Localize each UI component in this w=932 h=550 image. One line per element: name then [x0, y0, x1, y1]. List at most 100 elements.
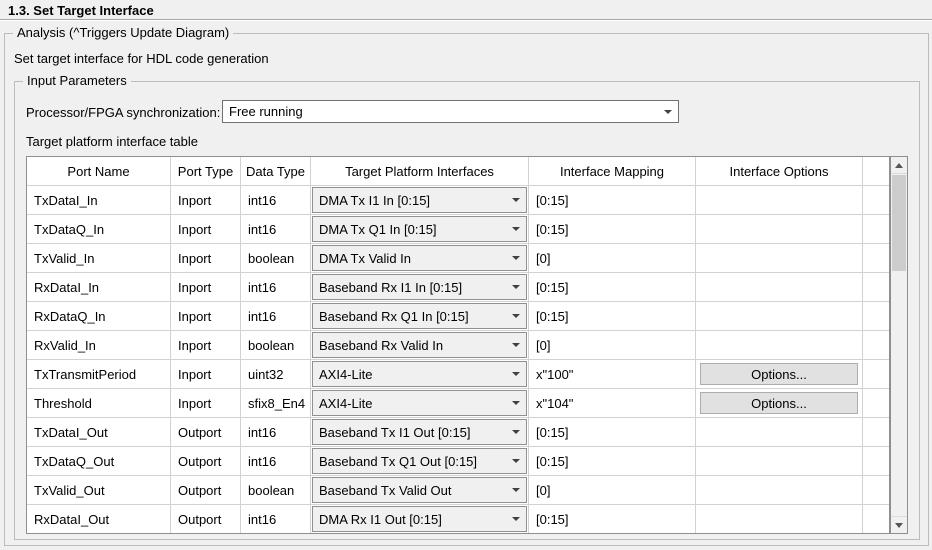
cell-port-type: Inport	[171, 360, 241, 389]
chevron-down-icon	[512, 198, 520, 202]
chevron-down-icon	[512, 372, 520, 376]
target-interface-dropdown[interactable]: AXI4-Lite	[312, 390, 527, 416]
cell-filler	[863, 186, 889, 215]
target-interface-value: Baseband Tx I1 Out [0:15]	[319, 425, 471, 440]
cell-target-interface: Baseband Tx Q1 Out [0:15]	[311, 447, 529, 476]
fpga-sync-value: Free running	[229, 104, 303, 119]
cell-target-interface: Baseband Rx Valid In	[311, 331, 529, 360]
target-interface-value: Baseband Tx Valid Out	[319, 483, 452, 498]
cell-port-name: RxValid_In	[27, 331, 171, 360]
cell-target-interface: DMA Tx Q1 In [0:15]	[311, 215, 529, 244]
cell-target-interface: AXI4-Lite	[311, 360, 529, 389]
table-row: TxValid_InInportbooleanDMA Tx Valid In[0…	[27, 244, 889, 273]
cell-port-type: Outport	[171, 476, 241, 505]
target-interface-dropdown[interactable]: Baseband Tx Valid Out	[312, 477, 527, 503]
target-interface-value: AXI4-Lite	[319, 396, 372, 411]
target-interface-value: Baseband Tx Q1 Out [0:15]	[319, 454, 477, 469]
cell-filler	[863, 476, 889, 505]
chevron-down-icon	[512, 343, 520, 347]
target-interface-dropdown[interactable]: Baseband Rx Valid In	[312, 332, 527, 358]
cell-port-name: TxDataQ_In	[27, 215, 171, 244]
cell-filler	[863, 302, 889, 331]
cell-port-name: TxDataI_Out	[27, 418, 171, 447]
cell-interface-mapping: [0:15]	[529, 447, 696, 476]
target-interface-dropdown[interactable]: Baseband Rx Q1 In [0:15]	[312, 303, 527, 329]
cell-interface-options	[696, 186, 863, 215]
cell-interface-mapping: [0]	[529, 476, 696, 505]
table-row: RxDataQ_InInportint16Baseband Rx Q1 In […	[27, 302, 889, 331]
cell-data-type: int16	[241, 302, 311, 331]
cell-data-type: int16	[241, 418, 311, 447]
analysis-groupbox-label: Analysis (^Triggers Update Diagram)	[13, 25, 233, 41]
chevron-down-icon	[664, 110, 672, 114]
cell-port-name: Threshold	[27, 389, 171, 418]
cell-data-type: boolean	[241, 476, 311, 505]
cell-target-interface: DMA Tx Valid In	[311, 244, 529, 273]
cell-interface-mapping: x"100"	[529, 360, 696, 389]
cell-port-type: Outport	[171, 447, 241, 476]
cell-data-type: int16	[241, 186, 311, 215]
cell-interface-mapping: x"104"	[529, 389, 696, 418]
set-target-interface-panel: 1.3. Set Target Interface Analysis (^Tri…	[0, 0, 932, 550]
task-description: Set target interface for HDL code genera…	[14, 51, 269, 66]
input-parameters-groupbox-label: Input Parameters	[23, 73, 131, 89]
cell-target-interface: Baseband Rx Q1 In [0:15]	[311, 302, 529, 331]
cell-port-type: Inport	[171, 389, 241, 418]
options-button[interactable]: Options...	[700, 392, 858, 414]
table-header-row: Port NamePort TypeData TypeTarget Platfo…	[27, 157, 889, 186]
cell-port-name: TxValid_Out	[27, 476, 171, 505]
column-header: Interface Options	[696, 157, 863, 186]
cell-interface-options	[696, 418, 863, 447]
cell-port-type: Inport	[171, 215, 241, 244]
interface-table-label: Target platform interface table	[26, 134, 198, 149]
cell-port-name: RxDataI_In	[27, 273, 171, 302]
target-interface-dropdown[interactable]: Baseband Rx I1 In [0:15]	[312, 274, 527, 300]
chevron-down-icon	[512, 256, 520, 260]
table-row: ThresholdInportsfix8_En4AXI4-Litex"104"O…	[27, 389, 889, 418]
options-button[interactable]: Options...	[700, 363, 858, 385]
chevron-down-icon	[512, 401, 520, 405]
table-row: RxValid_InInportbooleanBaseband Rx Valid…	[27, 331, 889, 360]
target-interface-dropdown[interactable]: Baseband Tx I1 Out [0:15]	[312, 419, 527, 445]
cell-interface-options: Options...	[696, 389, 863, 418]
cell-port-name: TxValid_In	[27, 244, 171, 273]
cell-interface-mapping: [0]	[529, 244, 696, 273]
cell-data-type: int16	[241, 215, 311, 244]
chevron-down-icon	[512, 285, 520, 289]
table-body: TxDataI_InInportint16DMA Tx I1 In [0:15]…	[27, 186, 889, 534]
target-interface-dropdown[interactable]: Baseband Tx Q1 Out [0:15]	[312, 448, 527, 474]
fpga-sync-dropdown[interactable]: Free running	[222, 100, 679, 123]
column-header: Port Type	[171, 157, 241, 186]
cell-port-name: TxTransmitPeriod	[27, 360, 171, 389]
table-scrollbar[interactable]	[890, 156, 908, 534]
chevron-down-icon	[512, 227, 520, 231]
target-interface-dropdown[interactable]: DMA Tx Q1 In [0:15]	[312, 216, 527, 242]
scroll-up-button[interactable]	[891, 157, 907, 174]
cell-target-interface: AXI4-Lite	[311, 389, 529, 418]
interface-table: Port NamePort TypeData TypeTarget Platfo…	[26, 156, 908, 534]
chevron-down-icon	[512, 459, 520, 463]
table-row: TxTransmitPeriodInportuint32 AXI4-Lite x"1…	[27, 360, 889, 389]
target-interface-dropdown[interactable]: DMA Tx I1 In [0:15]	[312, 187, 527, 213]
target-interface-dropdown[interactable]: DMA Rx I1 Out [0:15]	[312, 506, 527, 532]
cell-port-type: Inport	[171, 273, 241, 302]
target-interface-dropdown[interactable]: DMA Tx Valid In	[312, 245, 527, 271]
chevron-down-icon	[512, 517, 520, 521]
cell-filler	[863, 389, 889, 418]
target-interface-value: AXI4-Lite	[319, 367, 372, 382]
cell-target-interface: Baseband Rx I1 In [0:15]	[311, 273, 529, 302]
cell-data-type: uint32	[241, 360, 311, 389]
cell-interface-mapping: [0]	[529, 331, 696, 360]
column-header: Data Type	[241, 157, 311, 186]
cell-interface-options	[696, 447, 863, 476]
scroll-down-button[interactable]	[891, 516, 907, 533]
scrollbar-thumb[interactable]	[892, 175, 906, 271]
cell-interface-options	[696, 244, 863, 273]
cell-port-name: RxDataQ_In	[27, 302, 171, 331]
cell-data-type: int16	[241, 273, 311, 302]
cell-filler	[863, 505, 889, 534]
target-interface-value: Baseband Rx Valid In	[319, 338, 443, 353]
cell-target-interface: DMA Tx I1 In [0:15]	[311, 186, 529, 215]
target-interface-dropdown[interactable]: AXI4-Lite	[312, 361, 527, 387]
target-interface-value: DMA Rx I1 Out [0:15]	[319, 512, 442, 527]
